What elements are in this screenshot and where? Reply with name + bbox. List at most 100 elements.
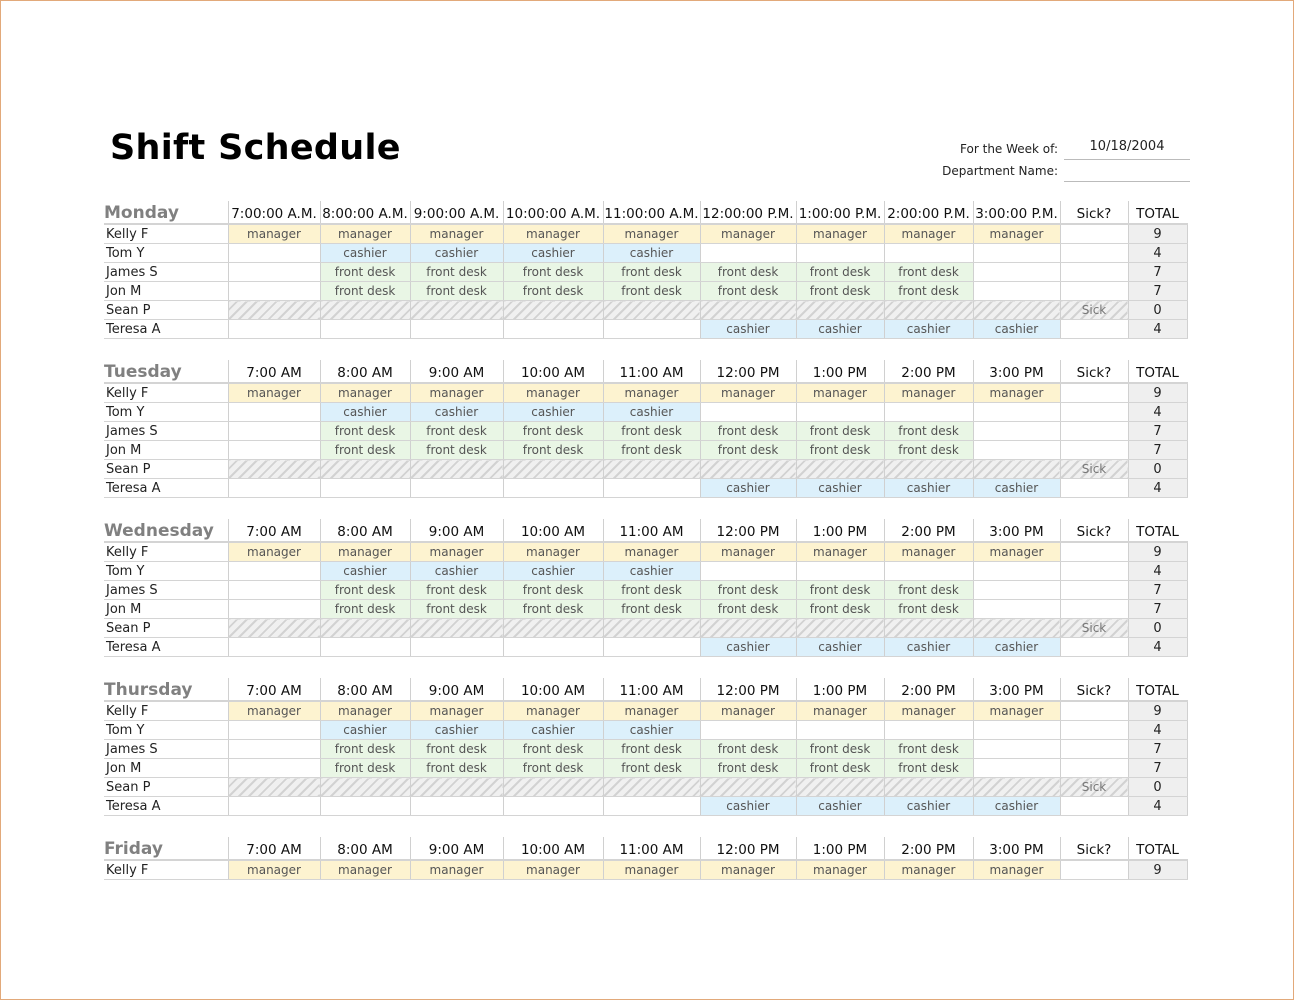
shift-cell[interactable] [502, 459, 603, 479]
shift-cell[interactable]: manager [227, 542, 320, 562]
shift-cell[interactable]: cashier [699, 478, 796, 498]
sick-cell[interactable] [1059, 758, 1128, 778]
shift-cell[interactable]: front desk [883, 599, 973, 619]
shift-cell[interactable]: cashier [795, 637, 884, 657]
shift-cell[interactable] [699, 300, 796, 320]
sick-cell[interactable] [1059, 580, 1128, 600]
shift-cell[interactable]: cashier [883, 796, 973, 816]
shift-cell[interactable]: front desk [883, 421, 973, 441]
shift-cell[interactable]: manager [795, 860, 884, 880]
shift-cell[interactable]: front desk [319, 599, 410, 619]
shift-cell[interactable]: cashier [409, 561, 503, 581]
shift-cell[interactable]: front desk [795, 262, 884, 282]
week-of-field[interactable]: 10/18/2004 [1064, 139, 1190, 160]
sick-cell[interactable] [1059, 637, 1128, 657]
shift-cell[interactable] [795, 300, 884, 320]
shift-cell[interactable] [227, 262, 320, 282]
employee-name[interactable]: Tom Y [104, 243, 228, 263]
shift-cell[interactable] [502, 796, 603, 816]
employee-name[interactable]: Sean P [104, 777, 228, 797]
shift-cell[interactable] [602, 478, 700, 498]
shift-cell[interactable]: manager [602, 383, 700, 403]
shift-cell[interactable] [883, 300, 973, 320]
shift-cell[interactable] [699, 402, 796, 422]
shift-cell[interactable] [409, 618, 503, 638]
shift-cell[interactable]: manager [972, 383, 1060, 403]
shift-cell[interactable] [795, 777, 884, 797]
shift-cell[interactable] [972, 561, 1060, 581]
shift-cell[interactable]: cashier [502, 561, 603, 581]
sick-cell[interactable] [1059, 860, 1128, 880]
department-field[interactable] [1064, 161, 1190, 182]
shift-cell[interactable]: front desk [883, 262, 973, 282]
shift-cell[interactable]: manager [502, 701, 603, 721]
shift-cell[interactable]: front desk [502, 580, 603, 600]
shift-cell[interactable] [972, 402, 1060, 422]
shift-cell[interactable]: front desk [883, 580, 973, 600]
shift-cell[interactable] [699, 561, 796, 581]
shift-cell[interactable]: manager [795, 383, 884, 403]
shift-cell[interactable] [319, 478, 410, 498]
employee-name[interactable]: Jon M [104, 599, 228, 619]
shift-cell[interactable]: front desk [409, 262, 503, 282]
shift-cell[interactable]: front desk [319, 580, 410, 600]
sick-cell[interactable] [1059, 739, 1128, 759]
shift-cell[interactable]: manager [319, 701, 410, 721]
shift-cell[interactable] [972, 580, 1060, 600]
shift-cell[interactable] [319, 637, 410, 657]
sick-cell[interactable]: Sick [1059, 777, 1128, 797]
shift-cell[interactable]: manager [602, 860, 700, 880]
shift-cell[interactable]: front desk [883, 440, 973, 460]
shift-cell[interactable]: front desk [795, 281, 884, 301]
shift-cell[interactable]: manager [319, 542, 410, 562]
shift-cell[interactable] [602, 637, 700, 657]
shift-cell[interactable] [227, 637, 320, 657]
shift-cell[interactable]: front desk [319, 739, 410, 759]
sick-cell[interactable] [1059, 319, 1128, 339]
sick-cell[interactable] [1059, 561, 1128, 581]
shift-cell[interactable] [319, 618, 410, 638]
shift-cell[interactable]: front desk [699, 739, 796, 759]
employee-name[interactable]: Jon M [104, 758, 228, 778]
shift-cell[interactable]: manager [227, 701, 320, 721]
shift-cell[interactable]: manager [227, 383, 320, 403]
shift-cell[interactable] [227, 796, 320, 816]
shift-cell[interactable]: front desk [409, 758, 503, 778]
shift-cell[interactable]: cashier [795, 796, 884, 816]
employee-name[interactable]: Jon M [104, 281, 228, 301]
shift-cell[interactable]: front desk [602, 281, 700, 301]
sick-cell[interactable]: Sick [1059, 459, 1128, 479]
shift-cell[interactable]: manager [883, 860, 973, 880]
shift-cell[interactable] [795, 402, 884, 422]
shift-cell[interactable] [795, 459, 884, 479]
shift-cell[interactable]: manager [409, 860, 503, 880]
shift-cell[interactable]: manager [883, 383, 973, 403]
shift-cell[interactable] [227, 561, 320, 581]
shift-cell[interactable] [795, 243, 884, 263]
shift-cell[interactable] [409, 459, 503, 479]
shift-cell[interactable]: manager [502, 860, 603, 880]
shift-cell[interactable] [227, 720, 320, 740]
sick-cell[interactable] [1059, 796, 1128, 816]
shift-cell[interactable] [795, 618, 884, 638]
shift-cell[interactable]: front desk [883, 739, 973, 759]
shift-cell[interactable]: cashier [602, 720, 700, 740]
shift-cell[interactable] [602, 618, 700, 638]
shift-cell[interactable]: cashier [972, 637, 1060, 657]
shift-cell[interactable]: manager [409, 542, 503, 562]
shift-cell[interactable] [972, 758, 1060, 778]
shift-cell[interactable] [883, 459, 973, 479]
shift-cell[interactable]: manager [795, 542, 884, 562]
employee-name[interactable]: Teresa A [104, 637, 228, 657]
shift-cell[interactable] [972, 440, 1060, 460]
shift-cell[interactable]: manager [699, 701, 796, 721]
shift-cell[interactable]: cashier [972, 796, 1060, 816]
shift-cell[interactable]: front desk [409, 281, 503, 301]
shift-cell[interactable]: cashier [319, 720, 410, 740]
shift-cell[interactable] [227, 599, 320, 619]
shift-cell[interactable] [602, 459, 700, 479]
shift-cell[interactable]: manager [795, 701, 884, 721]
sick-cell[interactable]: Sick [1059, 300, 1128, 320]
shift-cell[interactable]: front desk [319, 440, 410, 460]
sick-cell[interactable]: Sick [1059, 618, 1128, 638]
